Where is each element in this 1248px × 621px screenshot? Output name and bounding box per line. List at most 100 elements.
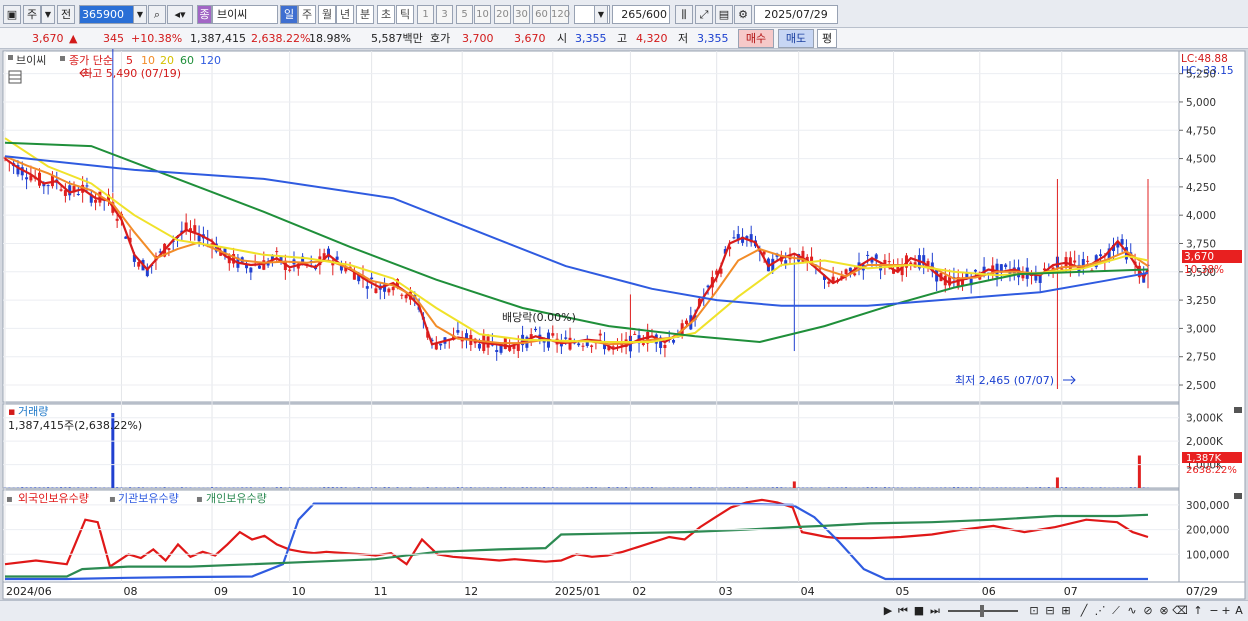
- buy-button[interactable]: 매수: [738, 29, 774, 48]
- volume-bar: [870, 487, 873, 488]
- volume-bar: [845, 487, 848, 488]
- main-toolbar: ▣ 주 ▼ 전 365900 ▼ ⌕ ◂▾ 종 브이씨 일주월년분초틱 1351…: [0, 0, 1248, 28]
- draw-fib-icon[interactable]: ⋰: [1092, 603, 1108, 619]
- draw-line-icon[interactable]: ╱: [1076, 603, 1092, 619]
- zoom-slider-handle[interactable]: [980, 605, 984, 617]
- arrow-up-icon[interactable]: ↑: [1190, 603, 1206, 619]
- font-size-icon[interactable]: A: [1231, 603, 1247, 619]
- market-dropdown-icon[interactable]: ▼: [41, 5, 55, 24]
- candle-body: [1073, 260, 1077, 263]
- minute-4-button[interactable]: 20: [494, 5, 511, 24]
- window-layout-icon[interactable]: ▣: [3, 5, 21, 24]
- volume-bar: [77, 487, 80, 488]
- candle-type-icon[interactable]: ⫼: [675, 5, 693, 24]
- candle-body: [598, 333, 602, 336]
- x-axis-label: 2025/01: [555, 585, 601, 598]
- date-field[interactable]: 2025/07/29: [754, 5, 838, 24]
- first-page-icon[interactable]: ⏮: [895, 603, 911, 619]
- scroll-right-icon[interactable]: ▶: [880, 603, 896, 619]
- volume-tick-label: 3,000K: [1186, 413, 1224, 425]
- volume-bar: [1129, 487, 1132, 488]
- volume-bar: [249, 487, 252, 488]
- candle-body: [495, 350, 499, 352]
- average-button[interactable]: 평: [817, 29, 837, 48]
- stock-chart[interactable]: 브이씨 종가 단순 5 10 20 60 120 최고 5,490 (07/19…: [0, 49, 1248, 600]
- draw-trend-icon[interactable]: ⟋: [1108, 603, 1124, 619]
- tool-c-icon[interactable]: ⊞: [1058, 603, 1074, 619]
- candle-body: [391, 286, 395, 291]
- candle-body: [568, 337, 572, 350]
- period-1-button[interactable]: 주: [298, 5, 316, 24]
- minute-6-button[interactable]: 60: [532, 5, 551, 24]
- count-dropdown-icon[interactable]: ▼: [594, 5, 608, 24]
- volume-bar: [530, 487, 533, 488]
- gear-icon[interactable]: ⚙: [734, 5, 752, 24]
- candle-body: [25, 177, 29, 180]
- candle-body: [374, 288, 378, 293]
- ma-menu-icon[interactable]: [60, 56, 65, 61]
- count-field[interactable]: 265/600: [612, 5, 670, 24]
- draw-multi-icon[interactable]: ⊗: [1156, 603, 1172, 619]
- period-5-button[interactable]: 초: [377, 5, 395, 24]
- stop-icon[interactable]: ■: [911, 603, 927, 619]
- stock-code-dropdown-icon[interactable]: ▼: [133, 5, 147, 24]
- volume-bar: [327, 487, 330, 488]
- x-axis-label: 06: [982, 585, 996, 598]
- period-6-button[interactable]: 틱: [396, 5, 414, 24]
- speaker-icon[interactable]: ◂▾: [167, 5, 193, 24]
- candle-body: [167, 248, 171, 250]
- bid-label: 호가: [430, 32, 451, 45]
- tool-b-icon[interactable]: ⊟: [1042, 603, 1058, 619]
- minute-2-button[interactable]: 5: [456, 5, 473, 24]
- search-icon[interactable]: ⌕: [148, 5, 166, 24]
- low-label: 저: [678, 32, 689, 45]
- volume-bar: [1039, 487, 1042, 488]
- volume-bar: [892, 487, 895, 488]
- volume-bar: [983, 487, 986, 488]
- period-2-button[interactable]: 월: [318, 5, 336, 24]
- minute-7-button[interactable]: 120: [550, 5, 570, 24]
- table-icon[interactable]: [8, 70, 22, 84]
- panel-menu-icon[interactable]: [8, 55, 13, 60]
- x-axis-label: 05: [896, 585, 910, 598]
- volume-bar: [245, 487, 248, 488]
- volume-bar: [163, 487, 166, 488]
- volume-bar: [344, 487, 347, 488]
- bottom-navigation: ▶ ⏮ ■ ⏭ ⊡ ⊟ ⊞ ╱ ⋰ ⟋ ∿ ⊘ ⊗ ⌫ ↑ − + A: [0, 600, 1248, 621]
- volume-bar: [957, 487, 960, 488]
- prev-button[interactable]: 전: [57, 5, 75, 24]
- price-tick-label: 3,750: [1186, 238, 1216, 250]
- volume-bar: [215, 487, 218, 488]
- draw-wave-icon[interactable]: ∿: [1124, 603, 1140, 619]
- period-3-button[interactable]: 년: [336, 5, 354, 24]
- volume-bar: [836, 487, 839, 488]
- volume-panel-close-icon[interactable]: [1234, 407, 1242, 413]
- volume-bar: [1034, 487, 1037, 488]
- candle-body: [534, 328, 538, 331]
- candle-body: [137, 262, 141, 267]
- cross-line-icon[interactable]: ⤢: [695, 5, 713, 24]
- minute-3-button[interactable]: 10: [474, 5, 491, 24]
- volume-bar: [262, 487, 265, 488]
- minute-1-button[interactable]: 3: [436, 5, 453, 24]
- eraser-icon[interactable]: ⌫: [1172, 603, 1188, 619]
- period-4-button[interactable]: 분: [356, 5, 374, 24]
- minute-5-button[interactable]: 30: [513, 5, 530, 24]
- holdings-panel-close-icon[interactable]: [1234, 493, 1242, 499]
- sell-button[interactable]: 매도: [778, 29, 814, 48]
- period-0-button[interactable]: 일: [280, 5, 298, 24]
- x-axis-label: 08: [123, 585, 137, 598]
- candle-body: [732, 237, 736, 239]
- last-page-icon[interactable]: ⏭: [927, 603, 943, 619]
- volume-bar: [745, 487, 748, 488]
- save-icon[interactable]: ▤: [715, 5, 733, 24]
- volume-bar: [646, 487, 649, 488]
- minute-0-button[interactable]: 1: [417, 5, 434, 24]
- stock-code-input[interactable]: 365900: [79, 5, 134, 24]
- holdings-tick-label: 200,000: [1186, 525, 1229, 537]
- price-panel: [2, 50, 1180, 403]
- tool-a-icon[interactable]: ⊡: [1026, 603, 1042, 619]
- volume-bar: [866, 487, 869, 488]
- draw-cycle-icon[interactable]: ⊘: [1140, 603, 1156, 619]
- market-selector[interactable]: 주: [23, 5, 41, 24]
